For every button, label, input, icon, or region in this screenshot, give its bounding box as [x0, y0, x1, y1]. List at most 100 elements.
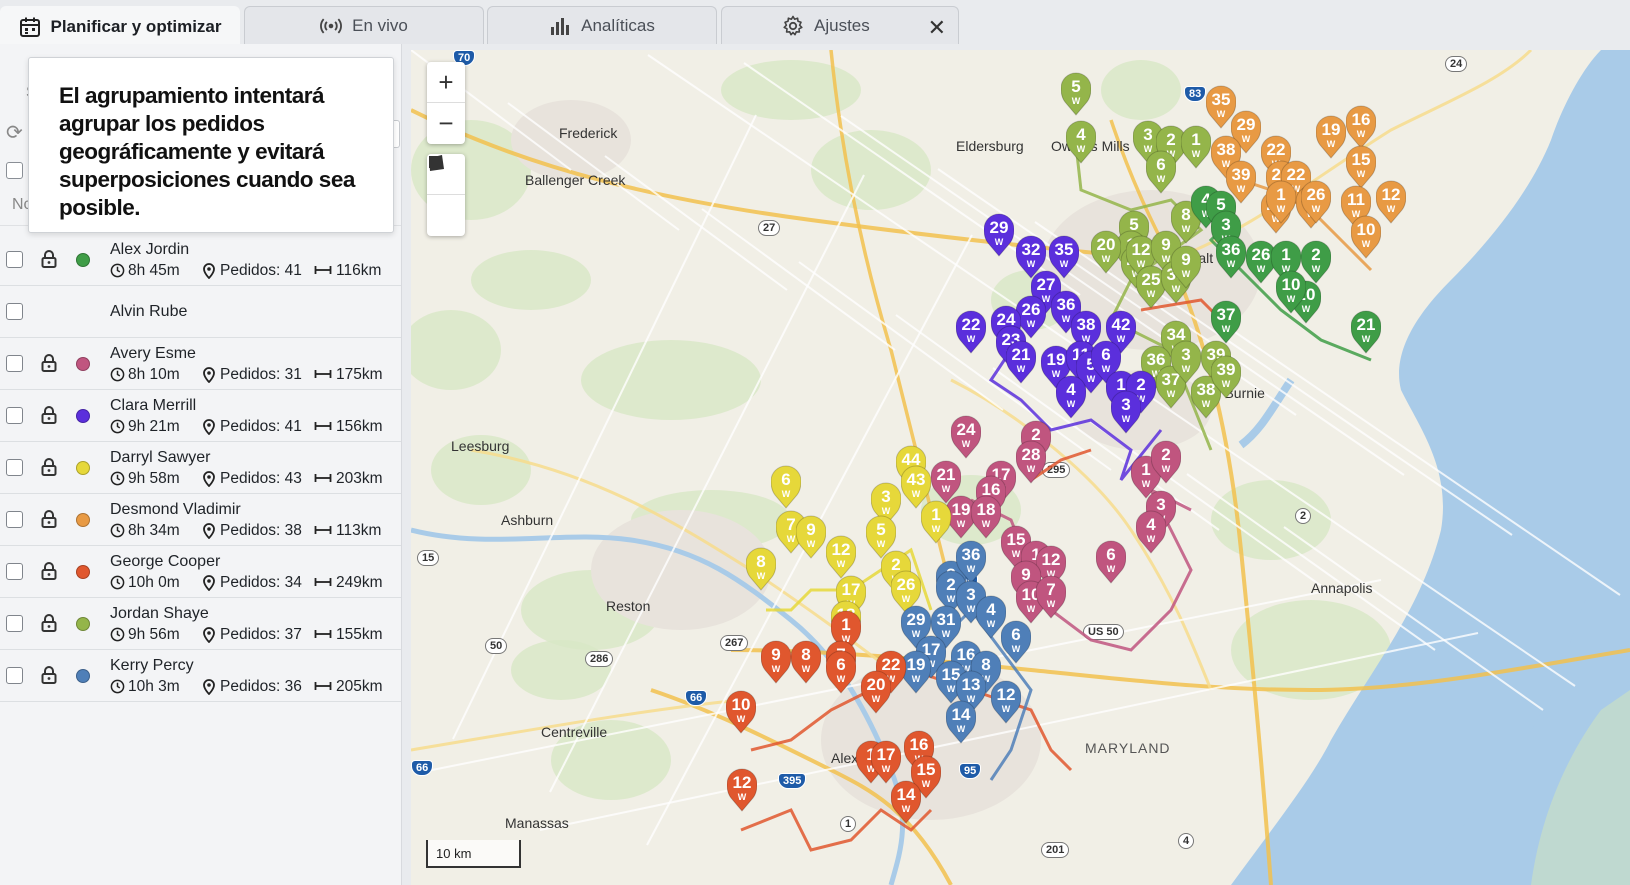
route-stop-marker[interactable]: 14 W	[891, 780, 921, 824]
stop-unit: W	[1066, 399, 1076, 409]
route-stop-marker[interactable]: 10 W	[1351, 215, 1381, 259]
driver-row[interactable]: Alex Jordin 8h 45m Pedidos: 41 116km	[0, 234, 401, 286]
route-stop-marker[interactable]: 26 W	[1301, 180, 1331, 224]
route-stop-marker[interactable]: 12 W	[727, 768, 757, 812]
stop-number: 36	[1221, 240, 1241, 259]
driver-row[interactable]: Darryl Sawyer 9h 58m Pedidos: 43 203km	[0, 442, 401, 494]
refresh-icon[interactable]: ⟳	[6, 120, 23, 145]
driver-checkbox[interactable]	[6, 251, 23, 268]
driver-checkbox[interactable]	[6, 563, 23, 580]
zoom-in-button[interactable]: +	[427, 62, 465, 103]
stop-number: 1	[1276, 185, 1286, 204]
route-stop-marker[interactable]: 29 W	[984, 213, 1014, 257]
stop-number: 10	[731, 695, 751, 714]
driver-row[interactable]: Desmond Vladimir 8h 34m Pedidos: 38 113k…	[0, 494, 401, 546]
select-all-checkbox[interactable]	[6, 162, 23, 179]
driver-checkbox[interactable]	[6, 667, 23, 684]
zoom-control: + −	[427, 62, 465, 144]
rectangle-draw-button[interactable]	[427, 156, 465, 236]
route-stop-marker[interactable]: 20 W	[861, 670, 891, 714]
stop-number: 6	[1101, 345, 1111, 364]
driver-row[interactable]: George Cooper 10h 0m Pedidos: 34 249km	[0, 546, 401, 598]
tab-en-vivo[interactable]: En vivo	[244, 6, 484, 44]
lock-icon[interactable]	[40, 405, 60, 427]
route-stop-marker[interactable]: 15 W	[1346, 145, 1376, 189]
lock-icon[interactable]	[40, 561, 60, 583]
tab-analiticas[interactable]: Analíticas	[487, 6, 717, 44]
route-stop-marker[interactable]: 17 W	[871, 740, 901, 784]
route-stop-marker[interactable]: 6 W	[1096, 540, 1126, 584]
route-stop-marker[interactable]: 36 W	[1216, 235, 1246, 279]
driver-stats: 8h 45m Pedidos: 41 116km	[110, 262, 381, 280]
lock-icon[interactable]	[40, 353, 60, 375]
zoom-out-button[interactable]: −	[427, 103, 465, 144]
route-stop-marker[interactable]: 6 W	[826, 650, 856, 694]
driver-checkbox[interactable]	[6, 407, 23, 424]
route-stop-marker[interactable]: 9 W	[1171, 245, 1201, 289]
lock-icon[interactable]	[40, 509, 60, 531]
driver-stats: 8h 34m Pedidos: 38 113km	[110, 522, 381, 540]
route-stop-marker[interactable]: 1 W	[1266, 180, 1296, 224]
tab-ajustes[interactable]: Ajustes ✕	[721, 6, 959, 44]
route-stop-marker[interactable]: 6 W	[1146, 150, 1176, 194]
route-stop-marker[interactable]: 2 W	[1151, 440, 1181, 484]
stop-unit: W	[871, 694, 881, 704]
route-stop-marker[interactable]: 4 W	[1136, 510, 1166, 554]
stop-number: 22	[1266, 140, 1286, 159]
route-stop-marker[interactable]: 10 W	[726, 690, 756, 734]
route-stop-marker[interactable]: 22 W	[956, 310, 986, 354]
stop-unit: W	[756, 571, 766, 581]
map[interactable]: + − 10 km FrederickEldersburgOwings Mill…	[411, 50, 1630, 885]
route-stop-marker[interactable]: 16 W	[1346, 105, 1376, 149]
driver-stats: 8h 10m Pedidos: 31 175km	[110, 366, 383, 384]
lock-icon[interactable]	[40, 665, 60, 687]
route-stop-marker[interactable]: 21 W	[1351, 310, 1381, 354]
route-stop-marker[interactable]: 4 W	[1066, 120, 1096, 164]
stop-number: 35	[1211, 90, 1231, 109]
route-stop-marker[interactable]: 8 W	[746, 547, 776, 591]
stop-number: 10	[1356, 220, 1376, 239]
route-stop-marker[interactable]: 1 W	[1181, 125, 1211, 169]
route-stop-marker[interactable]: 19 W	[1316, 115, 1346, 159]
route-stop-marker[interactable]: 10 W	[1276, 270, 1306, 314]
stop-number: 6	[1106, 545, 1116, 564]
route-stop-marker[interactable]: 5 W	[1061, 72, 1091, 116]
driver-checkbox[interactable]	[6, 355, 23, 372]
route-color-dot	[76, 565, 90, 579]
route-stop-marker[interactable]: 21 W	[1006, 340, 1036, 384]
route-stop-marker[interactable]: 9 W	[796, 515, 826, 559]
driver-checkbox[interactable]	[6, 615, 23, 632]
route-stop-marker[interactable]: 1 W	[921, 500, 951, 544]
route-stop-marker[interactable]: 28 W	[1016, 440, 1046, 484]
close-icon[interactable]: ✕	[928, 15, 946, 41]
route-stop-marker[interactable]: 14 W	[946, 700, 976, 744]
route-stop-marker[interactable]: 24 W	[951, 415, 981, 459]
stop-number: 4	[1076, 125, 1086, 144]
tab-planificar[interactable]: Planificar y optimizar	[0, 6, 240, 46]
route-stop-marker[interactable]: 8 W	[791, 640, 821, 684]
driver-row[interactable]: Alvin Rube	[0, 286, 401, 338]
driver-row[interactable]: Kerry Percy 10h 3m Pedidos: 36 205km	[0, 650, 401, 702]
driver-row[interactable]: Jordan Shaye 9h 56m Pedidos: 37 155km	[0, 598, 401, 650]
route-stop-marker[interactable]: 18 W	[971, 495, 1001, 539]
driver-row[interactable]: Avery Esme 8h 10m Pedidos: 31 175km	[0, 338, 401, 390]
route-stop-marker[interactable]: 7 W	[1036, 575, 1066, 619]
driver-checkbox[interactable]	[6, 303, 23, 320]
route-stop-marker[interactable]: 6 W	[771, 465, 801, 509]
route-stop-marker[interactable]: 9 W	[761, 640, 791, 684]
stop-unit: W	[737, 792, 747, 802]
route-stop-marker[interactable]: 12 W	[826, 535, 856, 579]
route-stop-marker[interactable]: 12 W	[991, 680, 1021, 724]
driver-row[interactable]: Clara Merrill 9h 21m Pedidos: 41 156km	[0, 390, 401, 442]
lock-icon[interactable]	[40, 457, 60, 479]
route-stop-marker[interactable]: 6 W	[1001, 620, 1031, 664]
lock-icon[interactable]	[40, 613, 60, 635]
lock-icon[interactable]	[40, 249, 60, 271]
route-stop-marker[interactable]: 37 W	[1211, 300, 1241, 344]
route-stop-marker[interactable]: 20 W	[1091, 230, 1121, 274]
route-stop-marker[interactable]: 39 W	[1211, 355, 1241, 399]
driver-checkbox[interactable]	[6, 459, 23, 476]
driver-checkbox[interactable]	[6, 511, 23, 528]
route-stop-marker[interactable]: 3 W	[1111, 390, 1141, 434]
route-stop-marker[interactable]: 4 W	[1056, 375, 1086, 419]
